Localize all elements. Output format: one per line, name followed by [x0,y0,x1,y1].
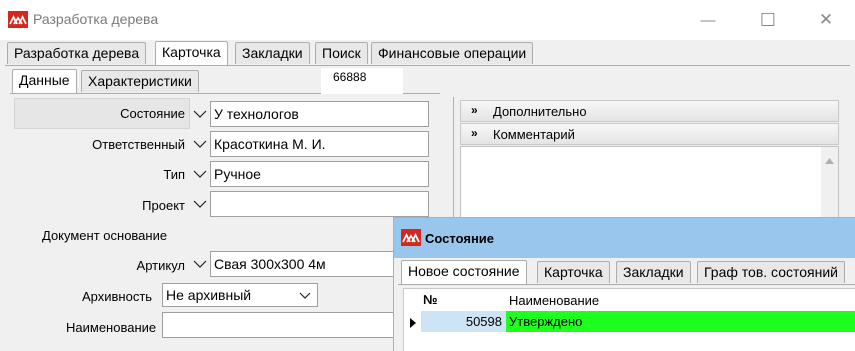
comment-textarea[interactable] [460,146,839,222]
comment-panel-header[interactable]: » Комментарий [460,123,839,145]
column-header-name[interactable]: Наименование [509,293,599,308]
comment-label: Комментарий [493,127,575,142]
name-label: Наименование [66,320,157,335]
main-tabs-baseline [5,65,850,66]
dialog-title: Состояние [425,231,495,246]
window-title: Разработка дерева [33,11,159,27]
name-field[interactable] [162,312,429,338]
base-document-label: Документ основание [42,228,168,243]
maximize-button[interactable]: ☐ [754,8,782,32]
tab-new-state[interactable]: Новое состояние [401,260,527,284]
dialog-tabs-baseline [398,284,855,285]
archive-chevron-down-icon [299,287,311,303]
tab-dialog-bookmarks[interactable]: Закладки [616,261,691,283]
project-field[interactable] [210,191,429,217]
row-pointer-icon [410,316,416,331]
archive-label: Архивность [82,289,153,304]
tab-bookmarks[interactable]: Закладки [235,42,310,64]
status-field[interactable]: У технологов [210,101,429,127]
tab-tree-development[interactable]: Разработка дерева [7,42,147,64]
tab-search[interactable]: Поиск [315,42,368,64]
comment-scrollbar[interactable] [821,147,838,221]
panel-splitter[interactable] [453,97,454,222]
tab-data[interactable]: Данные [12,69,77,93]
dialog-logo-icon [401,229,421,246]
archive-select-value: Не архивный [166,287,252,303]
status-dropdown-icon[interactable] [190,101,210,127]
row-name-cell[interactable]: Утверждено [506,311,855,332]
tab-financial-operations[interactable]: Финансовые операции [371,42,534,64]
archive-select[interactable]: Не архивный [162,283,318,307]
close-button[interactable]: ✕ [812,8,840,32]
dialog-titlebar: Состояние [394,218,855,258]
responsible-label: Ответственный [92,137,185,152]
main-titlebar: Разработка дерева — ☐ ✕ [0,0,855,40]
scroll-up-icon[interactable] [825,152,834,167]
article-label: Артикул [136,258,185,273]
minimize-button[interactable]: — [694,8,722,32]
tab-dialog-card[interactable]: Карточка [537,261,610,283]
type-field[interactable]: Ручное [210,161,429,187]
states-grid: № Наименование 50598 Утверждено [403,288,855,351]
status-dialog: Состояние Новое состояние Карточка Закла… [393,217,855,351]
responsible-field[interactable]: Красоткина М. И. [210,131,429,157]
tab-characteristics[interactable]: Характеристики [81,70,199,92]
row-number-cell[interactable]: 50598 [421,311,506,332]
tab-state-graph[interactable]: Граф тов. состояний [697,261,845,283]
article-dropdown-icon[interactable] [190,251,210,277]
additional-label: Дополнительно [493,104,587,119]
column-header-number[interactable]: № [423,292,438,307]
app-logo-icon [8,11,28,28]
project-label: Проект [142,198,185,213]
table-row[interactable]: 50598 Утверждено [404,311,855,332]
additional-panel-header[interactable]: » Дополнительно [460,100,839,122]
collapse-icon: » [471,103,478,117]
status-label: Состояние [120,106,185,121]
responsible-dropdown-icon[interactable] [190,131,210,157]
type-dropdown-icon[interactable] [190,161,210,187]
project-dropdown-icon[interactable] [190,191,210,217]
collapse-icon: » [471,126,478,140]
record-number: 66888 [321,68,403,94]
type-label: Тип [163,167,185,182]
tab-card[interactable]: Карточка [155,41,228,65]
